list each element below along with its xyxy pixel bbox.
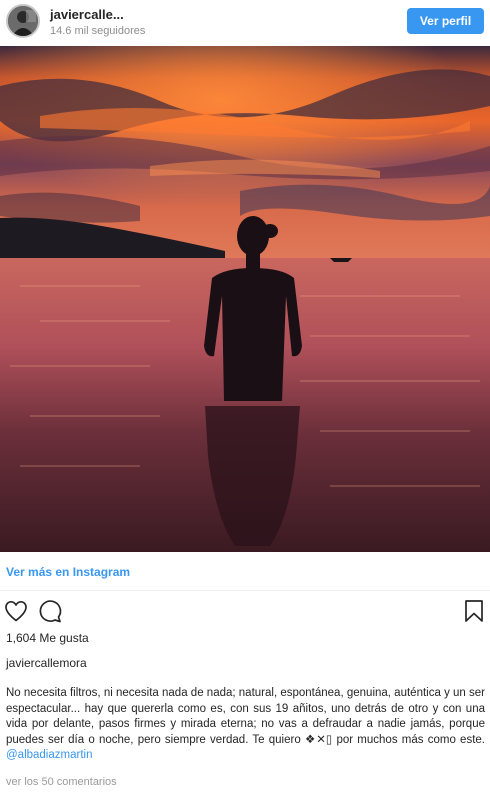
mention-link[interactable]: @albadiazmartin xyxy=(6,749,92,761)
bookmark-icon xyxy=(465,600,483,622)
user-block: javiercalle... 14.6 mil seguidores xyxy=(50,7,145,39)
divider xyxy=(0,590,490,591)
sunset-beach-photo xyxy=(0,46,490,552)
post-photo[interactable] xyxy=(0,46,490,552)
action-bar xyxy=(0,598,490,624)
like-count: 1,604 Me gusta xyxy=(6,631,89,645)
bookmark-button[interactable] xyxy=(461,598,487,624)
view-comments-link[interactable]: ver los 50 comentarios xyxy=(6,776,117,788)
post-header: javiercalle... 14.6 mil seguidores Ver p… xyxy=(0,0,490,46)
post-caption: No necesita filtros, ni necesita nada de… xyxy=(6,686,485,764)
heart-icon xyxy=(5,600,27,622)
comment-icon xyxy=(39,600,62,623)
view-profile-button[interactable]: Ver perfil xyxy=(407,8,484,34)
username[interactable]: javiercalle... xyxy=(50,7,145,23)
view-more-on-instagram-link[interactable]: Ver más en Instagram xyxy=(6,565,130,579)
comment-button[interactable] xyxy=(37,598,63,624)
like-button[interactable] xyxy=(3,598,29,624)
follower-count: 14.6 mil seguidores xyxy=(50,25,146,37)
caption-text: No necesita filtros, ni necesita nada de… xyxy=(6,687,485,746)
post-author[interactable]: javiercallemora xyxy=(6,656,87,670)
avatar[interactable] xyxy=(6,4,40,38)
